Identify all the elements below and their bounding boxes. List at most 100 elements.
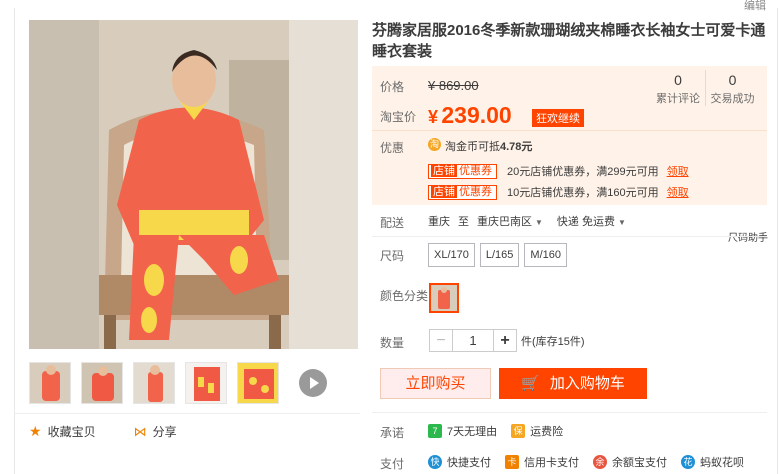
shipping-info: 重庆 至 重庆巴南区 ▼ 快递 免运费 ▼ [428,213,626,229]
size-options: XL/170 L/165 M/160 [428,243,567,267]
stock-info: 件(库存15件) [521,336,585,348]
quantity-stepper: − 1 + [429,329,517,352]
star-icon: ★ [29,423,42,439]
payment-item[interactable]: 快 快捷支付 [428,454,491,470]
main-product-image[interactable] [29,20,358,349]
size-option-xl[interactable]: XL/170 [428,243,475,267]
share-icon: ⋈ [133,423,147,439]
coupon-tag-a: 店铺 [431,164,457,177]
credit-card-icon: 卡 [505,455,519,469]
payment-list: 快 快捷支付 卡 信用卡支付 余 余额宝支付 花 蚂蚁花呗 [428,454,744,470]
ship-destination-text: 重庆巴南区 [477,216,532,228]
thumbnail-strip [29,362,327,404]
promise-item[interactable]: 保 运费险 [511,423,563,439]
stat-deals-num: 0 [728,72,737,88]
ship-destination[interactable]: 重庆巴南区 ▼ [477,213,543,229]
stat-reviews-num: 0 [674,72,682,88]
color-option[interactable] [429,283,459,313]
stat-deals: 0 交易成功 [705,70,759,106]
promise-label: 承诺 [380,426,405,440]
promo-price-value: 239.00 [441,102,512,128]
thumbnail-3[interactable] [133,362,175,404]
left-actions: ★ 收藏宝贝 ⋈ 分享 [29,423,177,440]
sales-stats: 0 累计评论 0 交易成功 [651,70,759,106]
shipping-insurance-icon: 保 [511,424,526,438]
promise-list: 7 7天无理由 保 运费险 [428,423,563,439]
coupon-row-2: 店铺 优惠券 10元店铺优惠券，满160元可用 领取 [428,184,689,200]
buy-now-button[interactable]: 立即购买 [380,368,491,399]
favorite-label: 收藏宝贝 [47,425,96,439]
coupon-tag-b: 优惠券 [459,185,492,198]
chevron-down-icon: ▼ [617,218,626,227]
play-video-icon[interactable] [299,369,327,397]
payment-text: 快捷支付 [447,457,491,469]
quantity-minus-button[interactable]: − [429,329,453,352]
edit-link[interactable]: 编辑 [744,0,766,13]
ship-from: 重庆 [428,216,450,228]
thumbnail-2[interactable] [81,362,123,404]
huabei-icon: 花 [681,455,695,469]
payment-label: 支付 [380,457,405,471]
product-title: 芬腾家居服2016冬季新款珊瑚绒夹棉睡衣长袖女士可爱卡通睡衣套装 [372,22,766,60]
stat-deals-label: 交易成功 [710,93,755,105]
thumbnail-4[interactable] [185,362,227,404]
promise-item[interactable]: 7 7天无理由 [428,423,497,439]
offers-label: 优惠 [380,141,405,155]
share-button[interactable]: ⋈ 分享 [134,423,177,440]
divider [372,412,767,413]
coupon-text: 20元店铺优惠券，满299元可用 [507,166,659,178]
payment-text: 信用卡支付 [524,457,579,469]
price-divider [372,130,767,131]
coupon-tag-a: 店铺 [431,185,457,198]
coupon-text: 10元店铺优惠券，满160元可用 [507,187,659,199]
payment-text: 蚂蚁花呗 [700,457,744,469]
coupon-tag: 店铺 优惠券 [428,163,497,179]
quick-pay-icon: 快 [428,455,442,469]
thumbnail-5[interactable] [237,362,279,404]
seven-day-return-icon: 7 [428,424,442,438]
promo-tag: 狂欢继续 [532,109,584,127]
coin-offer-prefix: 淘金币可抵 [445,141,500,153]
promise-text: 7天无理由 [447,426,498,438]
coupon-tag-b: 优惠券 [459,164,492,177]
quantity-plus-button[interactable]: + [493,329,517,352]
orig-price: ¥ 869.00 [428,78,479,93]
coupon-row-1: 店铺 优惠券 20元店铺优惠券，满299元可用 领取 [428,163,689,179]
coin-offer: 淘金币可抵4.78元 [445,138,532,154]
thumbnail-1[interactable] [29,362,71,404]
chevron-down-icon: ▼ [535,218,543,227]
promo-price: ¥ 239.00 [428,102,512,129]
coin-offer-value: 4.78元 [500,141,533,153]
color-label: 颜色分类 [380,289,429,303]
promise-text: 运费险 [530,426,564,438]
divider [14,413,360,414]
divider [372,236,767,237]
price-box: 价格 ¥ 869.00 0 累计评论 0 交易成功 淘宝价 ¥ 239.00 狂… [372,66,767,205]
add-to-cart-label: 加入购物车 [549,375,625,392]
payment-text: 余额宝支付 [612,457,667,469]
coupon-get-link[interactable]: 领取 [667,184,689,200]
coupon-tag: 店铺 优惠券 [428,184,497,200]
stat-reviews-label: 累计评论 [656,93,700,105]
add-to-cart-button[interactable]: 🛒 加入购物车 [499,368,647,399]
cart-icon: 🛒 [521,375,540,392]
favorite-button[interactable]: ★ 收藏宝贝 [29,423,96,440]
quantity-input[interactable]: 1 [453,329,493,352]
payment-item[interactable]: 余 余额宝支付 [593,454,667,470]
stat-reviews[interactable]: 0 累计评论 [651,70,705,106]
payment-item[interactable]: 卡 信用卡支付 [505,454,579,470]
payment-item[interactable]: 花 蚂蚁花呗 [681,454,744,470]
size-option-l[interactable]: L/165 [479,243,520,267]
shipping-label: 配送 [380,216,405,230]
currency-symbol: ¥ [428,107,439,127]
coupon-get-link[interactable]: 领取 [667,163,689,179]
share-label: 分享 [152,425,177,439]
orig-price-label: 价格 [380,80,405,94]
taojinbi-icon: 淘 [428,138,441,151]
promo-price-label: 淘宝价 [380,110,417,124]
size-option-m[interactable]: M/160 [524,243,567,267]
quantity-label: 数量 [380,336,405,350]
yuebao-icon: 余 [593,455,607,469]
ship-method[interactable]: 快递 免运费 ▼ [557,213,626,229]
ship-method-text: 快递 免运费 [556,216,615,228]
